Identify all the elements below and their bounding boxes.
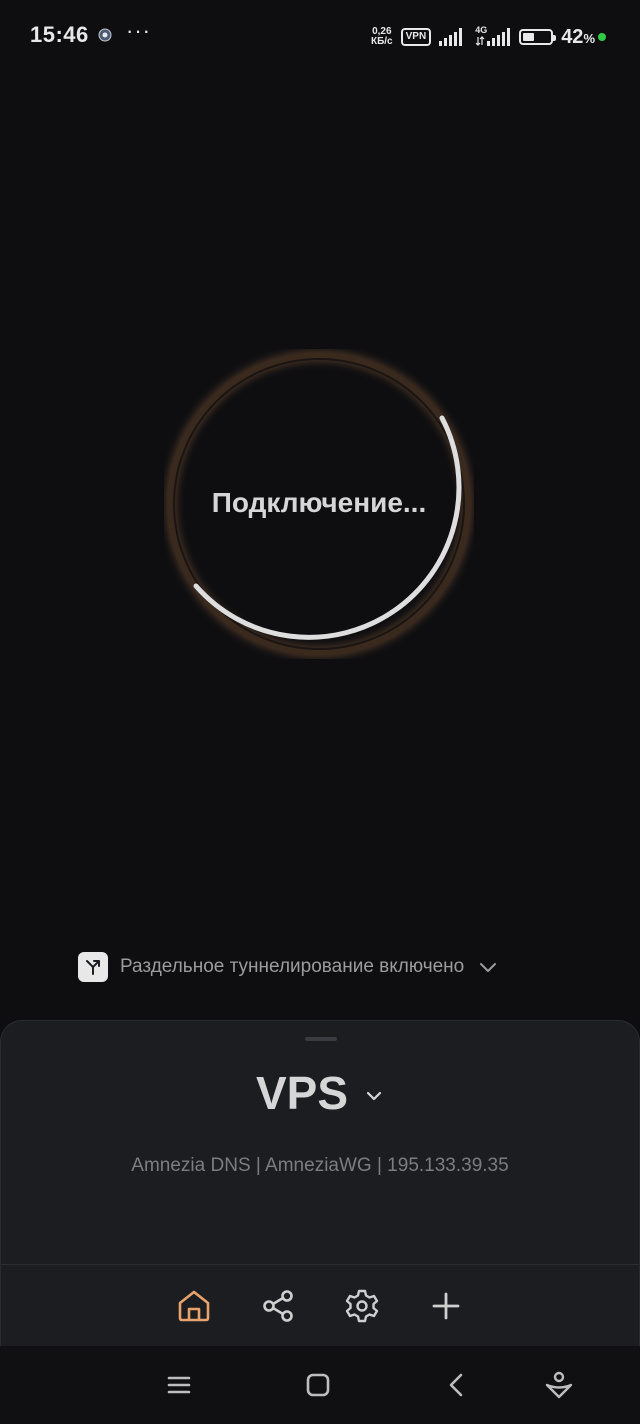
tab-add[interactable]: [428, 1288, 464, 1324]
server-details: Amnezia DNS | AmneziaWG | 195.133.39.35: [131, 1155, 509, 1176]
signal-icon: [439, 28, 463, 46]
system-navigation-bar: [0, 1346, 640, 1424]
server-bottom-sheet: VPS Amnezia DNS | AmneziaWG | 195.133.39…: [0, 1020, 640, 1347]
nav-back-button[interactable]: [440, 1368, 474, 1402]
share-icon: [263, 1290, 293, 1322]
connect-button[interactable]: Подключение...: [164, 349, 474, 659]
server-selector[interactable]: VPS: [1, 1065, 639, 1121]
battery-percent: 42%: [561, 25, 595, 48]
chevron-down-icon: [364, 1086, 384, 1106]
app-notification-icon: [98, 28, 112, 42]
connection-status-text: Подключение...: [211, 487, 427, 518]
split-tunneling-label: Раздельное туннелирование включено: [120, 956, 465, 977]
network-speed: 0,26 КБ/с: [371, 27, 393, 47]
back-icon: [449, 1373, 463, 1397]
split-arrow-icon: [78, 952, 108, 982]
chevron-down-icon: [478, 957, 498, 977]
sheet-drag-handle[interactable]: [305, 1037, 337, 1041]
network-4g: 4G: [475, 25, 511, 46]
nav-home-button[interactable]: [301, 1368, 335, 1402]
battery-fill: [523, 33, 535, 41]
plus-icon: [432, 1292, 460, 1320]
battery-icon: [519, 29, 557, 45]
status-bar: 15:46 ··· 0,26 КБ/с VPN 4G 42%: [0, 0, 640, 72]
home-icon: [178, 1290, 210, 1322]
nav-assistant-button[interactable]: [542, 1368, 576, 1402]
status-right-group: 0,26 КБ/с VPN 4G 42%: [371, 22, 606, 52]
menu-icon: [167, 1376, 191, 1394]
gear-icon: [345, 1289, 379, 1323]
tab-bar: [1, 1265, 639, 1347]
tab-settings[interactable]: [344, 1288, 380, 1324]
assistant-icon: [545, 1371, 573, 1399]
server-name: VPS: [255, 1067, 349, 1119]
privacy-indicator-dot: [598, 33, 606, 41]
split-tunneling-toggle[interactable]: Раздельное туннелирование включено: [78, 950, 498, 984]
vpn-badge: VPN: [400, 28, 432, 46]
status-time: 15:46: [30, 22, 89, 47]
network-type-label: 4G: [475, 25, 488, 35]
tab-share[interactable]: [260, 1288, 296, 1324]
nav-menu-button[interactable]: [162, 1368, 196, 1402]
ring-progress-arc: [193, 415, 462, 640]
more-notifications-icon: ···: [126, 18, 151, 43]
tab-home[interactable]: [176, 1288, 212, 1324]
network-speed-unit: КБ/с: [370, 36, 393, 47]
home-square-icon: [306, 1373, 330, 1397]
